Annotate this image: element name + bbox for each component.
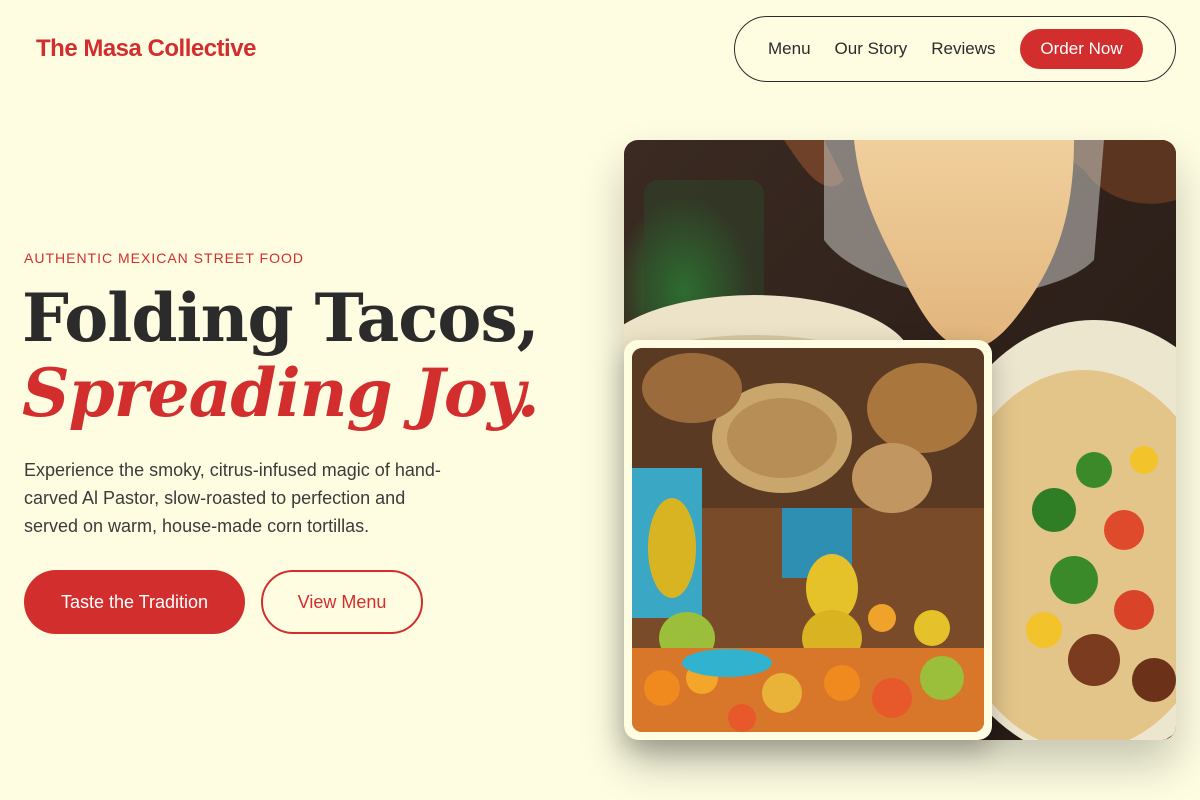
nav-link-reviews[interactable]: Reviews (931, 39, 995, 59)
hero-title-line2: Spreading Joy. (22, 354, 540, 432)
market-photo-frame (624, 340, 992, 740)
taste-the-tradition-button[interactable]: Taste the Tradition (24, 570, 245, 634)
nav-link-menu[interactable]: Menu (768, 39, 811, 59)
nav-link-our-story[interactable]: Our Story (835, 39, 908, 59)
main-nav: Menu Our Story Reviews Order Now (734, 16, 1176, 82)
hero-description: Experience the smoky, citrus-infused mag… (24, 460, 441, 536)
brand-logo[interactable]: The Masa Collective (36, 35, 256, 63)
hero-eyebrow: AUTHENTIC MEXICAN STREET FOOD (24, 250, 304, 266)
market-photo (632, 348, 984, 732)
order-now-button[interactable]: Order Now (1020, 29, 1143, 69)
hero-title-line1: Folding Tacos, (22, 279, 540, 357)
view-menu-button[interactable]: View Menu (261, 570, 423, 634)
